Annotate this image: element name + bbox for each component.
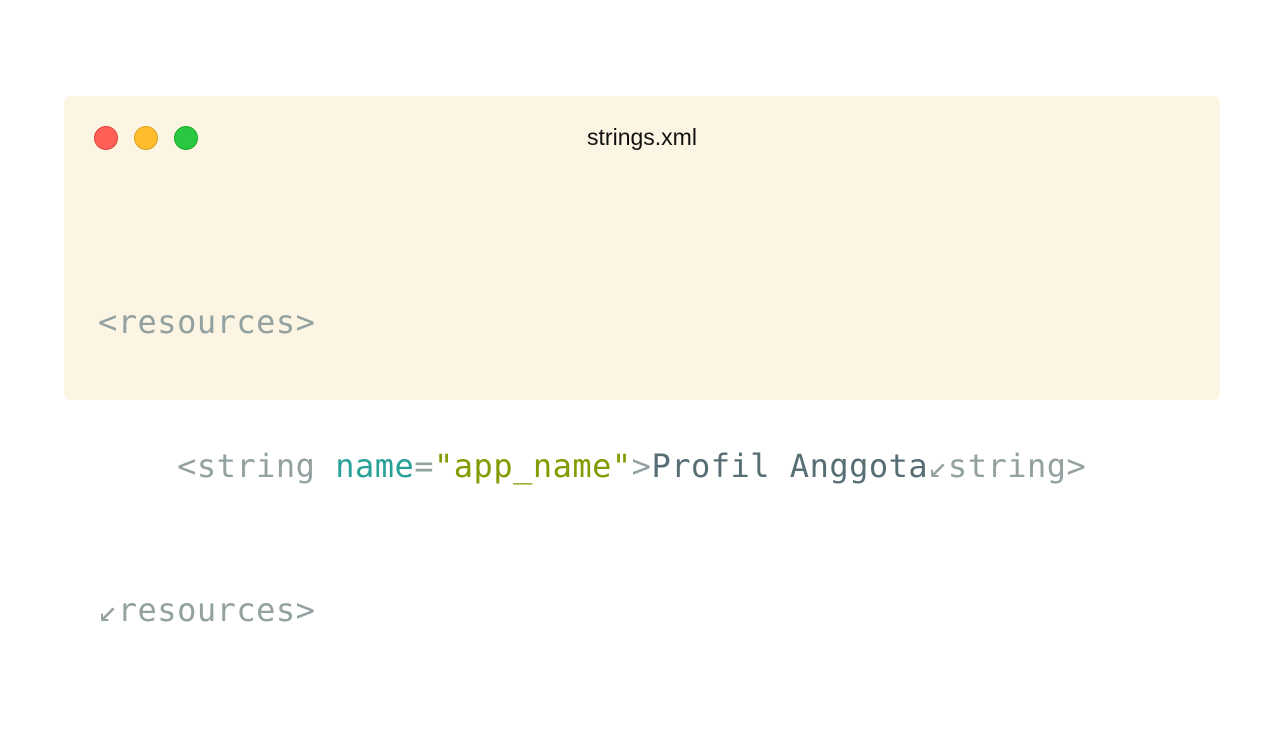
- code-window: strings.xml <resources> <string name="ap…: [64, 96, 1220, 629]
- attribute-equals: =: [414, 447, 435, 485]
- code-line-2: <string name="app_name">Profil Anggota↙s…: [98, 442, 1086, 490]
- string-tag-close-bracket: >: [631, 447, 652, 485]
- attribute-value: "app_name": [434, 447, 632, 485]
- tag-space: [315, 447, 335, 485]
- attribute-name: name: [335, 447, 415, 485]
- window-titlebar: strings.xml: [64, 96, 1220, 178]
- resources-close-tag: ↙resources>: [98, 591, 316, 629]
- string-content: Profil Anggota: [651, 447, 929, 485]
- code-line-1: <resources>: [98, 298, 1086, 346]
- window-title: strings.xml: [587, 124, 697, 150]
- code-line-3: ↙resources>: [98, 586, 1086, 634]
- string-close-tag: ↙string>: [928, 447, 1087, 485]
- code-block: <resources> <string name="app_name">Prof…: [98, 202, 1086, 730]
- string-open-tag: <string: [177, 447, 316, 485]
- resources-open-tag: <resources>: [98, 303, 316, 341]
